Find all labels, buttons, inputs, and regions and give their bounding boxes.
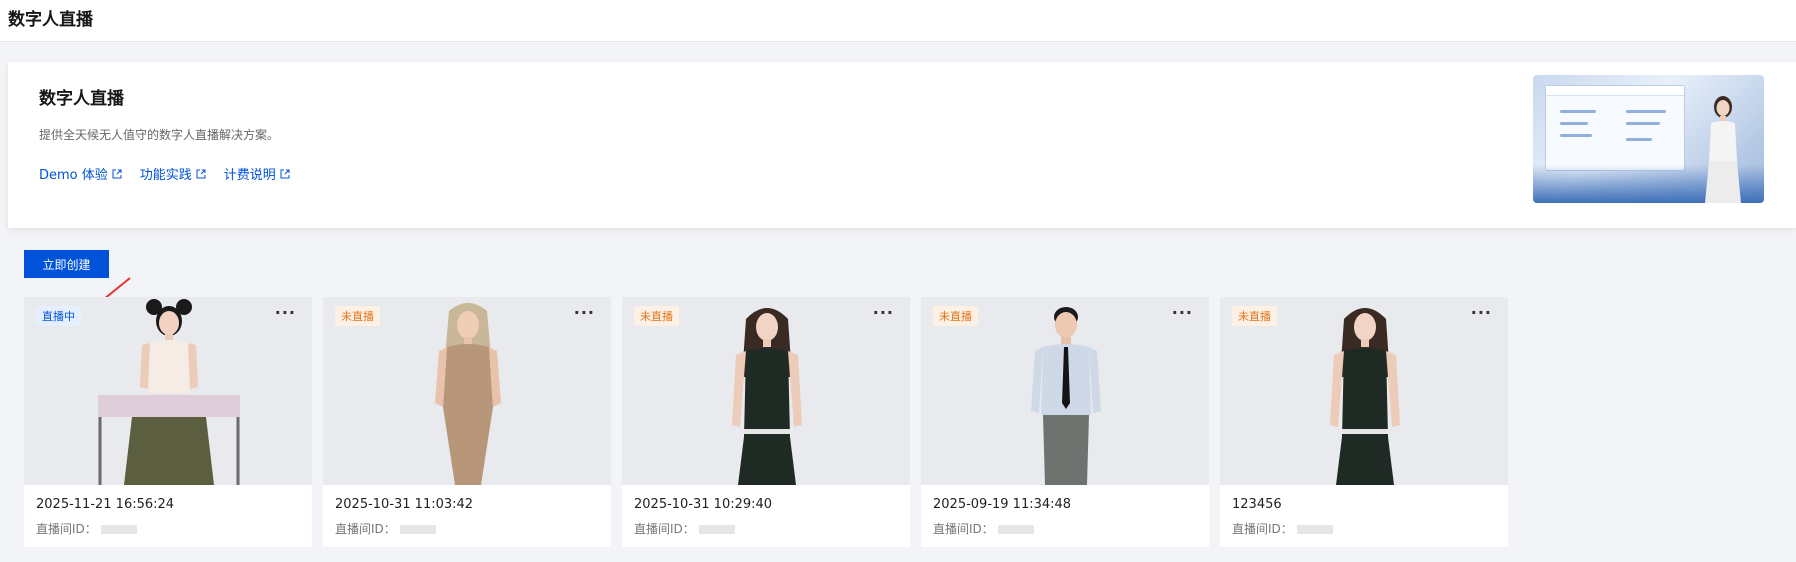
- more-options-icon[interactable]: ···: [1471, 303, 1492, 322]
- billing-link-label: 计费说明: [223, 168, 276, 183]
- more-options-icon[interactable]: ···: [1172, 303, 1193, 322]
- card-title: 2025-10-31 10:29:40: [634, 497, 773, 512]
- intro-links: Demo 体验 功能实践 计费说明: [39, 164, 290, 183]
- banner-screen: [1545, 85, 1685, 171]
- page-title: 数字人直播: [8, 10, 93, 30]
- room-id-redacted: [997, 525, 1034, 534]
- practice-link-label: 功能实践: [139, 168, 192, 183]
- room-id: 直播间ID：: [933, 520, 1034, 537]
- status-badge-offline: 未直播: [933, 306, 978, 326]
- live-room-card[interactable]: 未直播 ··· 2025-10-31 11:03:42 直播间ID：: [323, 297, 611, 547]
- live-room-card[interactable]: 未直播 ··· 2025-09-19 11:34:48 直播间ID：: [921, 297, 1209, 547]
- card-title: 2025-09-19 11:34:48: [933, 497, 1072, 512]
- room-id-label: 直播间ID：: [634, 522, 695, 536]
- demo-link-label: Demo 体验: [39, 168, 108, 183]
- room-id: 直播间ID：: [335, 520, 436, 537]
- external-link-icon: [280, 169, 290, 178]
- room-id-redacted: [100, 525, 137, 534]
- room-id: 直播间ID：: [1232, 520, 1333, 537]
- room-id-redacted: [1296, 525, 1333, 534]
- intro-description: 提供全天候无人值守的数字人直播解决方案。: [39, 128, 280, 142]
- create-now-button[interactable]: 立即创建: [24, 250, 109, 278]
- live-room-card[interactable]: 未直播 ··· 2025-10-31 10:29:40 直播间ID：: [622, 297, 910, 547]
- room-id-label: 直播间ID：: [1232, 522, 1293, 536]
- intro-banner-image: [1533, 75, 1764, 203]
- billing-link[interactable]: 计费说明: [224, 164, 290, 183]
- status-badge-offline: 未直播: [335, 306, 380, 326]
- external-link-icon: [112, 169, 122, 178]
- status-badge-offline: 未直播: [634, 306, 679, 326]
- room-id-label: 直播间ID：: [335, 522, 396, 536]
- status-badge-offline: 未直播: [1232, 306, 1277, 326]
- top-bar: 数字人直播: [0, 0, 1796, 42]
- practice-link[interactable]: 功能实践: [140, 164, 206, 183]
- card-title: 2025-11-21 16:56:24: [36, 497, 175, 512]
- demo-link[interactable]: Demo 体验: [39, 164, 122, 183]
- room-id-redacted: [698, 525, 735, 534]
- more-options-icon[interactable]: ···: [574, 303, 595, 322]
- card-title: 123456: [1232, 497, 1282, 512]
- room-id: 直播间ID：: [36, 520, 137, 537]
- card-title: 2025-10-31 11:03:42: [335, 497, 474, 512]
- room-id-label: 直播间ID：: [36, 522, 97, 536]
- external-link-icon: [196, 169, 206, 178]
- intro-panel: 数字人直播 提供全天候无人值守的数字人直播解决方案。 Demo 体验 功能实践 …: [8, 62, 1796, 228]
- more-options-icon[interactable]: ···: [275, 303, 296, 322]
- status-badge-live: 直播中: [36, 306, 81, 326]
- room-id-redacted: [399, 525, 436, 534]
- more-options-icon[interactable]: ···: [873, 303, 894, 322]
- intro-title: 数字人直播: [39, 89, 124, 109]
- live-room-card[interactable]: 直播中 ··· 2025-11-21 16:56:24 直播间ID：: [24, 297, 312, 547]
- room-id-label: 直播间ID：: [933, 522, 994, 536]
- live-room-card[interactable]: 未直播 ··· 123456 直播间ID：: [1220, 297, 1508, 547]
- banner-avatar-figure: [1705, 96, 1741, 203]
- room-id: 直播间ID：: [634, 520, 735, 537]
